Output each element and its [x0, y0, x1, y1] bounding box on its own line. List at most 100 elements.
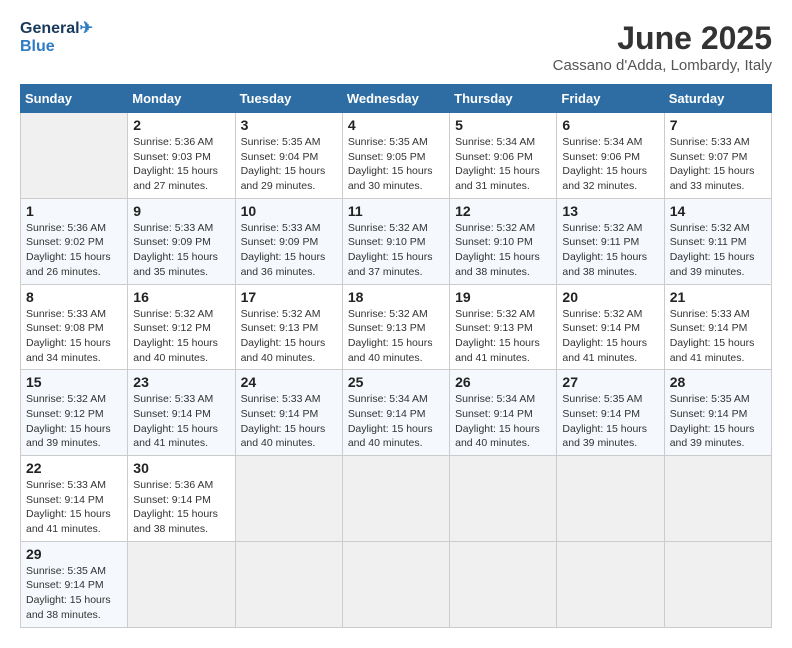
day-info: Sunrise: 5:34 AM Sunset: 9:14 PM Dayligh…	[348, 392, 444, 451]
calendar-cell: 11 Sunrise: 5:32 AM Sunset: 9:10 PM Dayl…	[342, 198, 449, 284]
day-info: Sunrise: 5:33 AM Sunset: 9:07 PM Dayligh…	[670, 135, 766, 194]
day-number: 18	[348, 289, 444, 305]
day-number: 30	[133, 460, 229, 476]
header: General✈ Blue June 2025 Cassano d'Adda, …	[20, 20, 772, 74]
calendar-cell	[450, 456, 557, 542]
calendar-cell	[342, 541, 449, 627]
header-thursday: Thursday	[450, 85, 557, 113]
day-number: 27	[562, 374, 658, 390]
calendar-cell	[128, 541, 235, 627]
calendar-cell	[557, 541, 664, 627]
day-info: Sunrise: 5:32 AM Sunset: 9:14 PM Dayligh…	[562, 307, 658, 366]
day-number: 8	[26, 289, 122, 305]
day-info: Sunrise: 5:36 AM Sunset: 9:14 PM Dayligh…	[133, 478, 229, 537]
calendar-week-row: 29 Sunrise: 5:35 AM Sunset: 9:14 PM Dayl…	[21, 541, 772, 627]
day-number: 21	[670, 289, 766, 305]
header-tuesday: Tuesday	[235, 85, 342, 113]
day-number: 28	[670, 374, 766, 390]
calendar-cell	[235, 456, 342, 542]
calendar-cell: 24 Sunrise: 5:33 AM Sunset: 9:14 PM Dayl…	[235, 370, 342, 456]
calendar-cell: 1 Sunrise: 5:36 AM Sunset: 9:02 PM Dayli…	[21, 198, 128, 284]
calendar-cell: 8 Sunrise: 5:33 AM Sunset: 9:08 PM Dayli…	[21, 284, 128, 370]
day-number: 29	[26, 546, 122, 562]
month-year-title: June 2025	[553, 20, 772, 57]
calendar-cell: 16 Sunrise: 5:32 AM Sunset: 9:12 PM Dayl…	[128, 284, 235, 370]
day-info: Sunrise: 5:32 AM Sunset: 9:10 PM Dayligh…	[455, 221, 551, 280]
day-number: 19	[455, 289, 551, 305]
calendar-cell: 18 Sunrise: 5:32 AM Sunset: 9:13 PM Dayl…	[342, 284, 449, 370]
day-number: 16	[133, 289, 229, 305]
day-info: Sunrise: 5:33 AM Sunset: 9:14 PM Dayligh…	[670, 307, 766, 366]
day-info: Sunrise: 5:34 AM Sunset: 9:06 PM Dayligh…	[455, 135, 551, 194]
calendar-cell: 23 Sunrise: 5:33 AM Sunset: 9:14 PM Dayl…	[128, 370, 235, 456]
day-number: 9	[133, 203, 229, 219]
day-number: 2	[133, 117, 229, 133]
header-saturday: Saturday	[664, 85, 771, 113]
calendar-cell	[664, 456, 771, 542]
calendar-cell: 2 Sunrise: 5:36 AM Sunset: 9:03 PM Dayli…	[128, 113, 235, 199]
day-info: Sunrise: 5:34 AM Sunset: 9:14 PM Dayligh…	[455, 392, 551, 451]
day-info: Sunrise: 5:33 AM Sunset: 9:14 PM Dayligh…	[241, 392, 337, 451]
calendar-cell: 20 Sunrise: 5:32 AM Sunset: 9:14 PM Dayl…	[557, 284, 664, 370]
day-info: Sunrise: 5:35 AM Sunset: 9:14 PM Dayligh…	[670, 392, 766, 451]
day-info: Sunrise: 5:32 AM Sunset: 9:13 PM Dayligh…	[241, 307, 337, 366]
calendar-week-row: 22 Sunrise: 5:33 AM Sunset: 9:14 PM Dayl…	[21, 456, 772, 542]
calendar-cell	[450, 541, 557, 627]
calendar-cell	[21, 113, 128, 199]
calendar-cell	[342, 456, 449, 542]
title-area: June 2025 Cassano d'Adda, Lombardy, Ital…	[553, 20, 772, 74]
day-info: Sunrise: 5:32 AM Sunset: 9:12 PM Dayligh…	[133, 307, 229, 366]
day-number: 23	[133, 374, 229, 390]
weekday-header-row: Sunday Monday Tuesday Wednesday Thursday…	[21, 85, 772, 113]
calendar-cell: 27 Sunrise: 5:35 AM Sunset: 9:14 PM Dayl…	[557, 370, 664, 456]
header-monday: Monday	[128, 85, 235, 113]
calendar-cell: 13 Sunrise: 5:32 AM Sunset: 9:11 PM Dayl…	[557, 198, 664, 284]
day-info: Sunrise: 5:33 AM Sunset: 9:09 PM Dayligh…	[241, 221, 337, 280]
calendar-cell: 14 Sunrise: 5:32 AM Sunset: 9:11 PM Dayl…	[664, 198, 771, 284]
calendar-cell: 9 Sunrise: 5:33 AM Sunset: 9:09 PM Dayli…	[128, 198, 235, 284]
day-info: Sunrise: 5:36 AM Sunset: 9:03 PM Dayligh…	[133, 135, 229, 194]
day-number: 22	[26, 460, 122, 476]
day-info: Sunrise: 5:32 AM Sunset: 9:11 PM Dayligh…	[670, 221, 766, 280]
calendar-cell: 3 Sunrise: 5:35 AM Sunset: 9:04 PM Dayli…	[235, 113, 342, 199]
day-number: 25	[348, 374, 444, 390]
day-info: Sunrise: 5:33 AM Sunset: 9:08 PM Dayligh…	[26, 307, 122, 366]
calendar-cell: 22 Sunrise: 5:33 AM Sunset: 9:14 PM Dayl…	[21, 456, 128, 542]
day-number: 24	[241, 374, 337, 390]
day-number: 17	[241, 289, 337, 305]
calendar-cell: 28 Sunrise: 5:35 AM Sunset: 9:14 PM Dayl…	[664, 370, 771, 456]
calendar-cell: 12 Sunrise: 5:32 AM Sunset: 9:10 PM Dayl…	[450, 198, 557, 284]
calendar-cell: 29 Sunrise: 5:35 AM Sunset: 9:14 PM Dayl…	[21, 541, 128, 627]
day-number: 12	[455, 203, 551, 219]
calendar-cell: 6 Sunrise: 5:34 AM Sunset: 9:06 PM Dayli…	[557, 113, 664, 199]
day-info: Sunrise: 5:33 AM Sunset: 9:14 PM Dayligh…	[26, 478, 122, 537]
calendar-week-row: 2 Sunrise: 5:36 AM Sunset: 9:03 PM Dayli…	[21, 113, 772, 199]
day-info: Sunrise: 5:33 AM Sunset: 9:09 PM Dayligh…	[133, 221, 229, 280]
day-info: Sunrise: 5:32 AM Sunset: 9:12 PM Dayligh…	[26, 392, 122, 451]
day-number: 4	[348, 117, 444, 133]
day-info: Sunrise: 5:34 AM Sunset: 9:06 PM Dayligh…	[562, 135, 658, 194]
calendar-cell: 7 Sunrise: 5:33 AM Sunset: 9:07 PM Dayli…	[664, 113, 771, 199]
calendar-cell: 19 Sunrise: 5:32 AM Sunset: 9:13 PM Dayl…	[450, 284, 557, 370]
day-info: Sunrise: 5:32 AM Sunset: 9:13 PM Dayligh…	[455, 307, 551, 366]
day-number: 6	[562, 117, 658, 133]
calendar-cell: 30 Sunrise: 5:36 AM Sunset: 9:14 PM Dayl…	[128, 456, 235, 542]
calendar-cell: 15 Sunrise: 5:32 AM Sunset: 9:12 PM Dayl…	[21, 370, 128, 456]
calendar-cell: 4 Sunrise: 5:35 AM Sunset: 9:05 PM Dayli…	[342, 113, 449, 199]
header-wednesday: Wednesday	[342, 85, 449, 113]
header-friday: Friday	[557, 85, 664, 113]
day-number: 10	[241, 203, 337, 219]
header-sunday: Sunday	[21, 85, 128, 113]
day-info: Sunrise: 5:36 AM Sunset: 9:02 PM Dayligh…	[26, 221, 122, 280]
day-number: 15	[26, 374, 122, 390]
day-number: 20	[562, 289, 658, 305]
calendar-cell: 17 Sunrise: 5:32 AM Sunset: 9:13 PM Dayl…	[235, 284, 342, 370]
calendar-cell	[557, 456, 664, 542]
logo: General✈ Blue	[20, 20, 93, 55]
day-info: Sunrise: 5:35 AM Sunset: 9:04 PM Dayligh…	[241, 135, 337, 194]
calendar-cell: 5 Sunrise: 5:34 AM Sunset: 9:06 PM Dayli…	[450, 113, 557, 199]
location-subtitle: Cassano d'Adda, Lombardy, Italy	[553, 57, 772, 74]
calendar-cell: 25 Sunrise: 5:34 AM Sunset: 9:14 PM Dayl…	[342, 370, 449, 456]
calendar-week-row: 15 Sunrise: 5:32 AM Sunset: 9:12 PM Dayl…	[21, 370, 772, 456]
calendar-cell	[664, 541, 771, 627]
